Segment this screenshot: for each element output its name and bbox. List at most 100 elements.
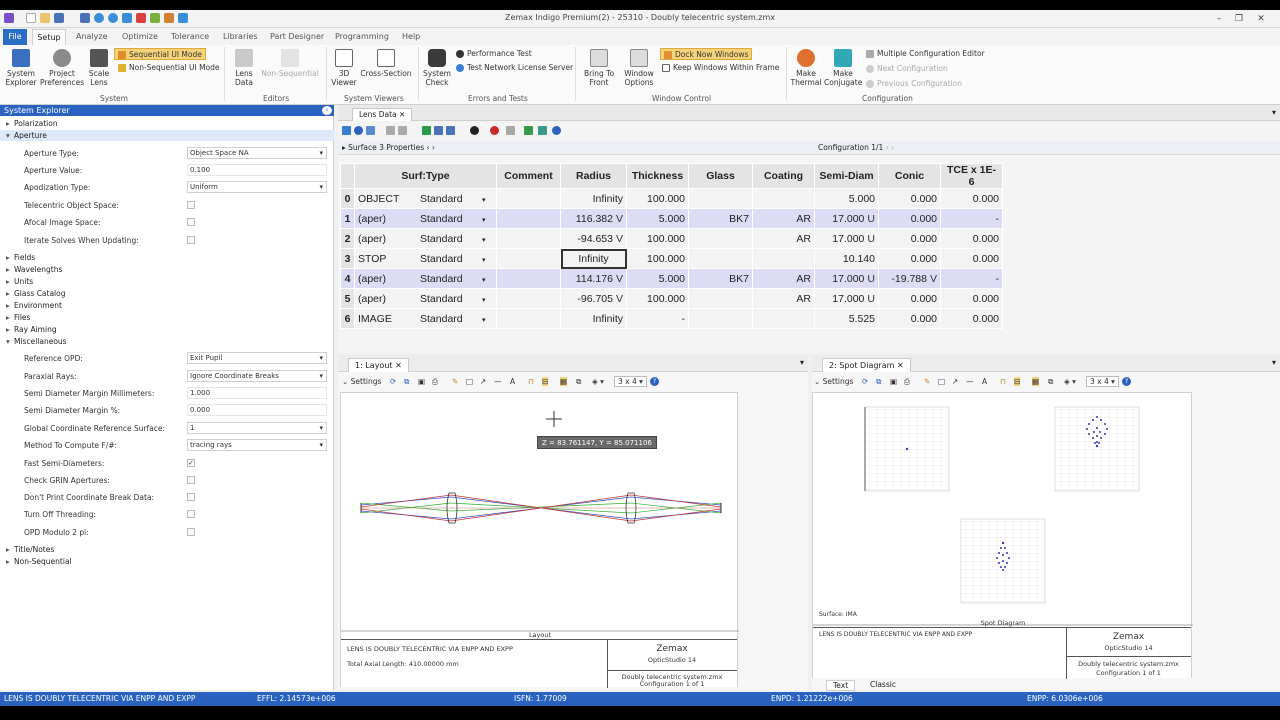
line-icon[interactable]: — <box>494 377 502 386</box>
tce-cell[interactable]: 0.000 <box>940 188 1003 209</box>
conic-cell[interactable]: 0.000 <box>878 228 941 249</box>
line-icon[interactable]: — <box>966 377 974 386</box>
method-fnumber-select[interactable]: tracing rays <box>187 439 327 451</box>
next-configuration-button[interactable]: Next Configuration <box>866 63 948 75</box>
thickness-cell[interactable]: 5.000 <box>626 268 689 289</box>
table-row[interactable]: 4 (aper) Standard ▾ 114.176 V 5.000 BK7 AR 17.000… <box>340 268 1003 289</box>
tree-non-sequential[interactable]: ▸ Non-Sequential <box>6 557 72 566</box>
aperture-type-select[interactable]: Object Space NA <box>187 147 327 159</box>
lock-icon[interactable]: ⊓ <box>528 377 534 386</box>
tree-miscellaneous[interactable]: ▾ Miscellaneous <box>6 337 67 346</box>
table-icon[interactable] <box>434 126 443 135</box>
glass-cell[interactable] <box>688 248 753 269</box>
tool-icon[interactable] <box>506 126 515 135</box>
column-header[interactable]: Coating <box>752 163 815 189</box>
subtab-text[interactable]: Text <box>826 680 856 691</box>
surf-type-cell[interactable]: OBJECT Standard ▾ <box>354 188 497 209</box>
tree-polarization[interactable]: ▸ Polarization <box>6 119 58 128</box>
opd-modulo-checkbox[interactable] <box>187 528 195 536</box>
column-header[interactable]: Conic <box>878 163 941 189</box>
check-grin-apertures-checkbox[interactable] <box>187 476 195 484</box>
grid-layout-select[interactable]: 3 x 4 ▾ <box>614 376 647 387</box>
tree-environment[interactable]: ▸ Environment <box>6 301 62 310</box>
panel-menu-icon[interactable]: ▾ <box>1272 358 1276 367</box>
lock-icon[interactable]: ⊓ <box>1000 377 1006 386</box>
tab-tolerance[interactable]: Tolerance <box>171 32 209 41</box>
tree-glass-catalog[interactable]: ▸ Glass Catalog <box>6 289 66 298</box>
fast-semi-diameters-checkbox[interactable]: ✓ <box>187 459 195 467</box>
global-reference-surface-select[interactable]: 1 <box>187 422 327 434</box>
rectangle-icon[interactable]: □ <box>466 377 473 386</box>
surf-type-cell[interactable]: (aper) Standard ▾ <box>354 288 497 309</box>
semi-diameter-cell[interactable]: 5.000 <box>814 188 879 209</box>
tce-cell[interactable]: - <box>940 208 1003 229</box>
reference-opd-select[interactable]: Exit Pupil <box>187 352 327 364</box>
glass-cell[interactable] <box>688 188 753 209</box>
tce-cell[interactable]: 0.000 <box>940 288 1003 309</box>
radius-cell[interactable]: 116.382 V <box>560 208 627 229</box>
pin-icon[interactable]: ⊟ <box>542 377 549 386</box>
table-row[interactable]: 0 OBJECT Standard ▾ Infinity 100.000 5.000 0.00… <box>340 188 1003 209</box>
aperture-value-input[interactable]: 0.100 <box>187 164 327 176</box>
table-row[interactable]: 5 (aper) Standard ▾ -96.705 V 100.000 AR 17.000 U… <box>340 288 1003 309</box>
close-icon[interactable]: ✕ <box>399 110 405 119</box>
turn-off-threading-checkbox[interactable] <box>187 510 195 518</box>
scale-lens-button[interactable]: Scale Lens <box>86 49 112 87</box>
conic-cell[interactable]: 0.000 <box>878 308 941 329</box>
semi-diameter-cell[interactable]: 17.000 U <box>814 268 879 289</box>
column-header[interactable]: Comment <box>496 163 561 189</box>
system-explorer-button[interactable]: System Explorer <box>2 49 40 87</box>
tree-fields[interactable]: ▸ Fields <box>6 253 35 262</box>
radius-cell[interactable]: Infinity <box>560 188 627 209</box>
layers-icon[interactable]: ⧉ <box>576 377 581 387</box>
semi-diameter-cell[interactable]: 17.000 U <box>814 288 879 309</box>
thickness-cell[interactable]: 100.000 <box>626 188 689 209</box>
view-icon[interactable]: ◈ ▾ <box>1064 377 1076 386</box>
maximize-icon[interactable]: ❐ <box>1230 12 1248 26</box>
column-header[interactable]: TCE x 1E-6 <box>940 163 1003 189</box>
tab-part-designer[interactable]: Part Designer <box>270 32 324 41</box>
coating-cell[interactable]: AR <box>752 268 815 289</box>
grid-layout-select[interactable]: 3 x 4 ▾ <box>1086 376 1119 387</box>
non-sequential-editor-button[interactable]: Non-Sequential <box>260 49 320 78</box>
arrow-icon[interactable] <box>524 126 533 135</box>
radius-cell[interactable]: Infinity <box>560 248 627 269</box>
semi-diameter-cell[interactable]: 10.140 <box>814 248 879 269</box>
column-header[interactable]: Radius <box>560 163 627 189</box>
conic-cell[interactable]: 0.000 <box>878 288 941 309</box>
semi-diameter-margin-pct-input[interactable]: 0.000 <box>187 404 327 416</box>
minimize-icon[interactable]: – <box>1210 12 1228 26</box>
pin-icon[interactable]: ⊟ <box>1014 377 1021 386</box>
pencil-icon[interactable]: ✎ <box>452 377 458 386</box>
panel-menu-icon[interactable]: ▾ <box>800 358 804 367</box>
tab-libraries[interactable]: Libraries <box>223 32 258 41</box>
subtab-classic[interactable]: Classic <box>864 680 902 689</box>
project-preferences-button[interactable]: Project Preferences <box>40 49 84 87</box>
column-header[interactable]: Semi-Diam <box>814 163 879 189</box>
column-header[interactable]: Thickness <box>626 163 689 189</box>
coating-cell[interactable] <box>752 308 815 329</box>
save-icon[interactable]: ▣ <box>890 377 897 386</box>
telecentric-object-space-checkbox[interactable] <box>187 201 195 209</box>
refresh-icon[interactable]: ⟳ <box>862 377 868 386</box>
conic-cell[interactable]: 0.000 <box>878 188 941 209</box>
glass-cell[interactable] <box>688 308 753 329</box>
tree-aperture[interactable]: ▾ Aperture <box>6 131 47 140</box>
apodization-type-select[interactable]: Uniform <box>187 181 327 193</box>
tool-icon[interactable] <box>386 126 395 135</box>
multiple-configuration-editor-button[interactable]: Multiple Configuration Editor <box>866 48 985 60</box>
comment-cell[interactable] <box>496 188 561 209</box>
thickness-cell[interactable]: 5.000 <box>626 208 689 229</box>
iterate-solves-checkbox[interactable] <box>187 236 195 244</box>
keep-windows-within-frame-toggle[interactable]: Keep Windows Within Frame <box>662 62 779 74</box>
radius-cell[interactable]: -96.705 V <box>560 288 627 309</box>
sequential-mode-button[interactable]: Sequential UI Mode <box>114 48 206 60</box>
thickness-cell[interactable]: - <box>626 308 689 329</box>
close-icon[interactable]: ✕ <box>395 361 402 370</box>
view-icon[interactable]: ◈ ▾ <box>592 377 604 386</box>
conic-cell[interactable]: 0.000 <box>878 208 941 229</box>
file-menu[interactable]: File <box>3 29 27 45</box>
save-icon[interactable]: ▣ <box>418 377 425 386</box>
non-sequential-mode-button[interactable]: Non-Sequential UI Mode <box>118 62 220 74</box>
arrow-icon[interactable]: ↗ <box>480 377 486 386</box>
